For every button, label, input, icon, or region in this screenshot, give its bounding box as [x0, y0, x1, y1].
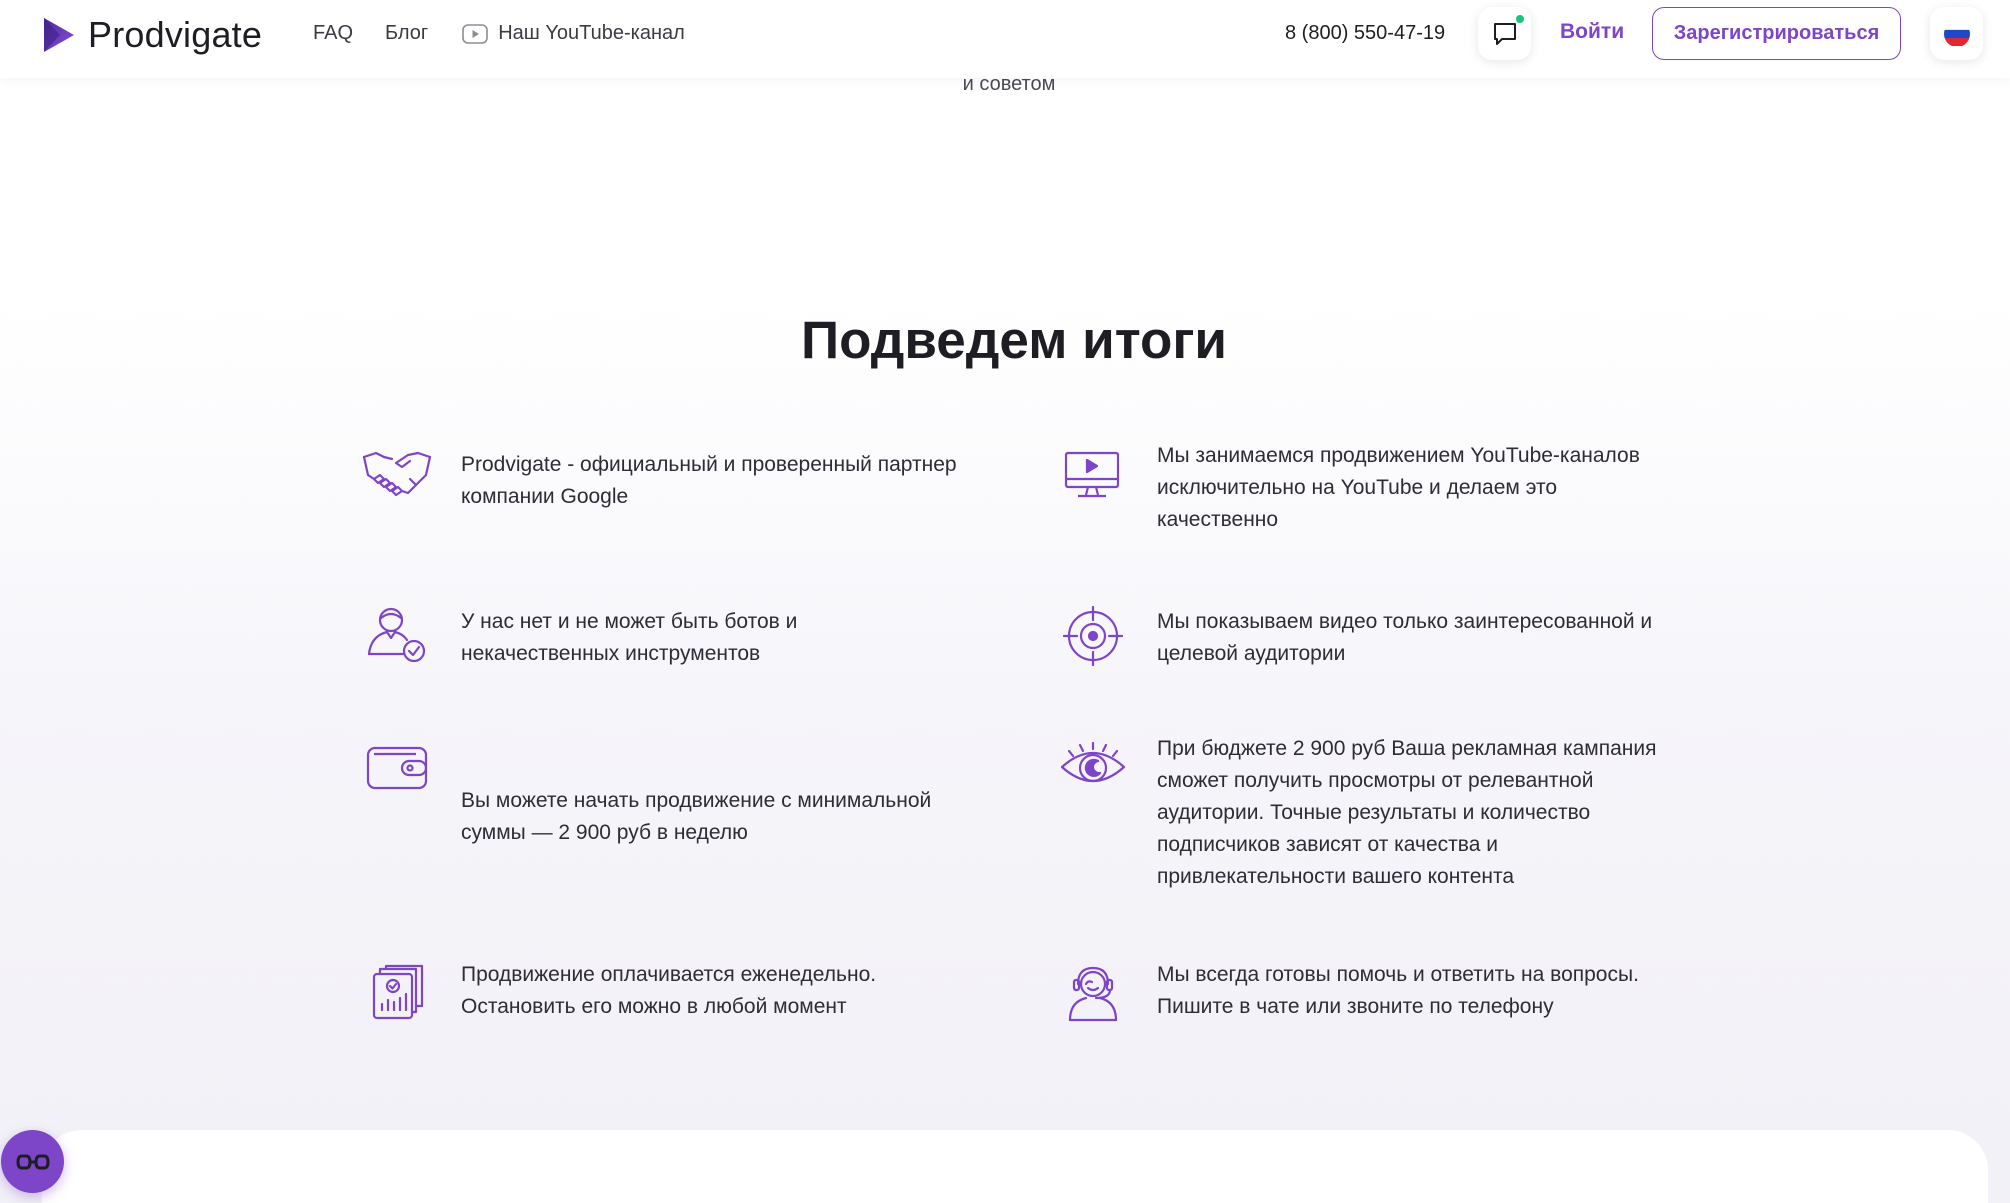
chat-bubble-icon	[1493, 22, 1516, 45]
verified-user-icon	[367, 607, 426, 663]
section-title: Подведем итоги	[801, 311, 1227, 370]
eye-icon	[1060, 741, 1126, 783]
feature-text: Продвижение оплачивается еженедельно. Ос…	[461, 963, 877, 1018]
online-status-dot	[1516, 15, 1524, 23]
youtube-icon	[462, 23, 489, 44]
register-button[interactable]: Зарегистрироваться	[1652, 7, 1901, 60]
monitor-play-icon	[1064, 451, 1120, 498]
logo[interactable]: Prodvigate	[42, 14, 262, 56]
feature-text: При бюджете 2 900 руб Ваша рекламная кам…	[1157, 737, 1657, 888]
accessibility-glasses-button[interactable]	[1, 1130, 64, 1193]
feature-text: Prodvigate - официальный и проверенный п…	[461, 453, 957, 508]
feature-text: Мы показываем видео только заинтересован…	[1157, 610, 1653, 665]
feature-text: У нас нет и не может быть ботов и некаче…	[461, 610, 798, 665]
logo-play-icon	[44, 18, 74, 52]
nav-faq-link[interactable]: FAQ	[313, 22, 353, 45]
support-agent-icon	[1068, 966, 1118, 1022]
brand-name: Prodvigate	[88, 14, 263, 55]
russian-flag-icon	[1943, 20, 1970, 47]
glasses-icon	[15, 1154, 50, 1169]
site-header: Prodvigate FAQ Блог Наш YouTube-канал 8 …	[0, 0, 2010, 78]
phone-number[interactable]: 8 (800) 550-47-19	[1285, 22, 1445, 45]
nav-youtube-label: Наш YouTube-канал	[498, 22, 685, 44]
nav-youtube-link[interactable]: Наш YouTube-канал	[462, 22, 685, 45]
chat-button[interactable]	[1478, 7, 1531, 60]
feature-text: Вы можете начать продвижение с минимальн…	[461, 789, 932, 844]
wallet-icon	[366, 746, 428, 790]
language-switcher[interactable]	[1930, 7, 1983, 60]
feature-text: Мы занимаемся продвижением YouTube-канал…	[1157, 444, 1640, 531]
main-nav: FAQ Блог Наш YouTube-канал	[313, 22, 685, 45]
handshake-icon	[362, 451, 432, 497]
login-button[interactable]: Войти	[1560, 20, 1624, 44]
nav-blog-link[interactable]: Блог	[385, 22, 428, 45]
next-section-card	[42, 1130, 1988, 1203]
target-icon	[1063, 606, 1123, 666]
report-chart-icon	[372, 964, 424, 1020]
feature-text: Мы всегда готовы помочь и ответить на во…	[1157, 963, 1639, 1018]
